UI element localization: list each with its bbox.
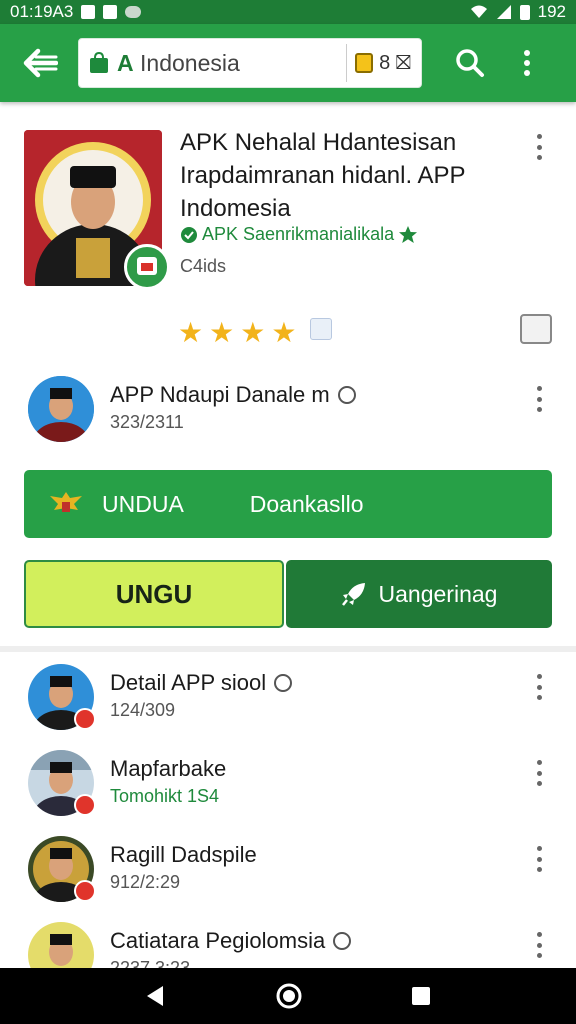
download-label-primary: UNDUA xyxy=(102,490,184,517)
developer-link[interactable]: APK Saenrikmanialikala xyxy=(180,224,418,245)
list-item-title: Detail APP siool xyxy=(110,670,293,696)
app-header-card: APK Nehalal Hdantesisan Irapdaimranan hi… xyxy=(0,112,576,352)
developer-more-button[interactable] xyxy=(536,386,542,412)
list-item-badge-icon xyxy=(74,880,96,902)
star-badge-icon xyxy=(399,225,418,243)
verified-icon xyxy=(333,932,352,950)
primary-action-button[interactable]: UNGU xyxy=(24,560,284,628)
developer-row-sub: 323/2311 xyxy=(110,412,184,432)
star-icon: ★ xyxy=(209,317,235,348)
list-item-sub: Tomohikt 1S4 xyxy=(110,786,220,806)
garuda-emblem-icon xyxy=(50,492,82,512)
lens-icon[interactable] xyxy=(355,53,374,73)
list-item-more-button[interactable] xyxy=(536,760,542,786)
more-vert-icon xyxy=(536,932,542,958)
star-icon: ★ xyxy=(240,317,266,348)
more-vert-icon xyxy=(536,386,542,412)
search-tool-text: 8 ⛝ xyxy=(379,51,411,74)
developer-name: APK Saenrikmanialikala xyxy=(202,224,395,244)
search-divider xyxy=(346,44,348,82)
developer-row-name: APP Ndaupi Danale m xyxy=(110,382,356,408)
search-field[interactable]: A Indonesia 8 ⛝ xyxy=(78,38,422,88)
star-icon: ★ xyxy=(178,317,204,348)
more-vert-icon xyxy=(524,50,530,76)
rating-stars: ★ ★ ★ ★ xyxy=(178,316,296,349)
notification-icon xyxy=(81,5,96,19)
system-nav-bar xyxy=(0,968,576,1024)
nav-recents-icon[interactable] xyxy=(410,985,432,1007)
download-label-secondary: Doankasllo xyxy=(249,490,364,517)
list-item-title: Mapfarbake xyxy=(110,756,227,781)
section-divider xyxy=(0,646,576,652)
bookmark-icon[interactable] xyxy=(520,314,552,344)
battery-level: 192 xyxy=(537,2,566,21)
nav-back-icon[interactable] xyxy=(144,984,168,1008)
search-tools[interactable]: 8 ⛝ xyxy=(355,52,411,75)
header-more-button[interactable] xyxy=(536,134,542,160)
play-store-bag-icon xyxy=(90,52,108,73)
list-item-title: Catiatara Pegiolomsia xyxy=(110,928,352,954)
verified-icon xyxy=(337,386,356,404)
list-item[interactable]: Mapfarbake Tomohikt 1S4 xyxy=(0,750,576,834)
app-bar: A Indonesia 8 ⛝ xyxy=(0,24,576,102)
list-item-more-button[interactable] xyxy=(536,674,542,700)
verified-check-icon xyxy=(181,226,197,243)
rocket-icon xyxy=(341,583,365,606)
secondary-action-label: Uangerinag xyxy=(378,580,498,607)
list-item-more-button[interactable] xyxy=(536,846,542,872)
search-icon xyxy=(456,49,484,77)
app-title: APK Nehalal Hdantesisan Irapdaimranan hi… xyxy=(180,129,466,222)
image-notification-icon xyxy=(103,5,118,19)
signal-icon xyxy=(496,5,511,19)
primary-action-label: UNGU xyxy=(115,578,193,609)
list-item-sub: 124/309 xyxy=(110,700,176,720)
battery-icon xyxy=(519,4,530,20)
app-badge-icon xyxy=(124,244,170,290)
more-vert-icon xyxy=(536,846,542,872)
nav-home-icon[interactable] xyxy=(276,983,302,1009)
status-bar: 01:19A3 192 xyxy=(0,0,576,24)
list-item-badge-icon xyxy=(74,708,96,730)
download-button[interactable]: UNDUA Doankasllo xyxy=(24,470,552,538)
more-vert-icon xyxy=(536,760,542,786)
list-item-sub: 912/2:29 xyxy=(110,872,181,892)
more-vert-icon xyxy=(536,674,542,700)
secondary-action-button[interactable]: Uangerinag xyxy=(286,560,552,628)
developer-row[interactable]: APP Ndaupi Danale m 323/2311 xyxy=(0,372,576,452)
back-button[interactable] xyxy=(12,35,68,91)
cloud-icon xyxy=(125,6,142,18)
status-time: 01:19A3 xyxy=(10,2,74,21)
arrow-back-icon xyxy=(23,48,58,78)
content-rating-icon xyxy=(310,318,332,340)
more-vert-icon xyxy=(536,134,542,160)
overflow-menu-button[interactable] xyxy=(512,39,542,87)
search-query[interactable]: A Indonesia xyxy=(117,50,338,77)
wifi-icon xyxy=(470,5,487,18)
list-item-title: Ragill Dadspile xyxy=(110,842,257,867)
list-item-badge-icon xyxy=(74,794,96,816)
star-icon: ★ xyxy=(271,317,297,348)
developer-avatar xyxy=(28,376,94,442)
list-item[interactable]: Detail APP siool 124/309 xyxy=(0,664,576,748)
list-item[interactable]: Ragill Dadspile 912/2:29 xyxy=(0,836,576,920)
download-count: C4ids xyxy=(180,256,227,276)
search-button[interactable] xyxy=(446,39,494,87)
verified-icon xyxy=(274,674,293,692)
list-item-more-button[interactable] xyxy=(536,932,542,958)
